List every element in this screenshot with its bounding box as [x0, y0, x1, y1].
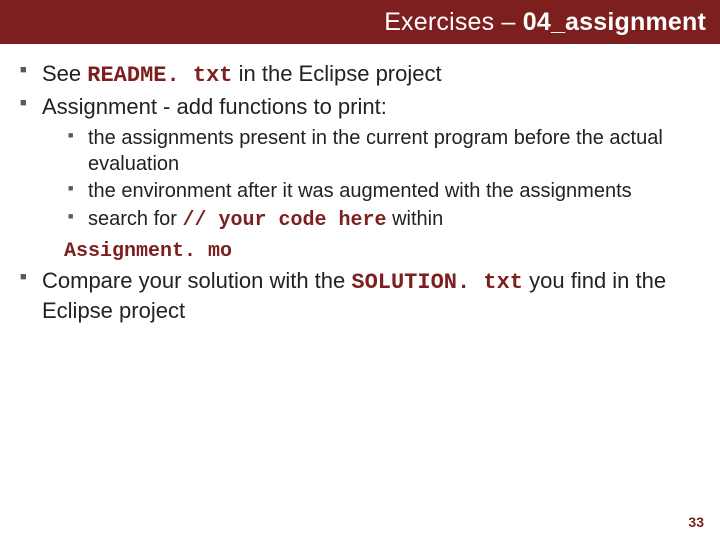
title-prefix: Exercises –: [384, 8, 523, 36]
sub-bullet-2: the environment after it was augmented w…: [66, 179, 710, 205]
code-readme: README. txt: [87, 63, 232, 88]
sub-bullet-list: the assignments present in the current p…: [42, 126, 710, 233]
sub-bullet-3: search for // your code here within: [66, 207, 710, 234]
code-solution: SOLUTION. txt: [351, 270, 523, 295]
bullet-1: See README. txt in the Eclipse project: [16, 60, 710, 90]
sub-bullet-1: the assignments present in the current p…: [66, 126, 710, 177]
code-assignment-mo: Assignment. mo: [42, 239, 710, 264]
code-yourcode: // your code here: [182, 209, 386, 232]
bullet-3: Compare your solution with the SOLUTION.…: [16, 267, 710, 324]
bullet-list: See README. txt in the Eclipse project A…: [10, 60, 710, 324]
bullet-2: Assignment - add functions to print: the…: [16, 93, 710, 265]
title-bold: 04_assignment: [523, 8, 706, 36]
slide-body: See README. txt in the Eclipse project A…: [0, 44, 720, 324]
page-number: 33: [688, 514, 704, 530]
slide-title-bar: Exercises – 04_assignment: [0, 0, 720, 44]
